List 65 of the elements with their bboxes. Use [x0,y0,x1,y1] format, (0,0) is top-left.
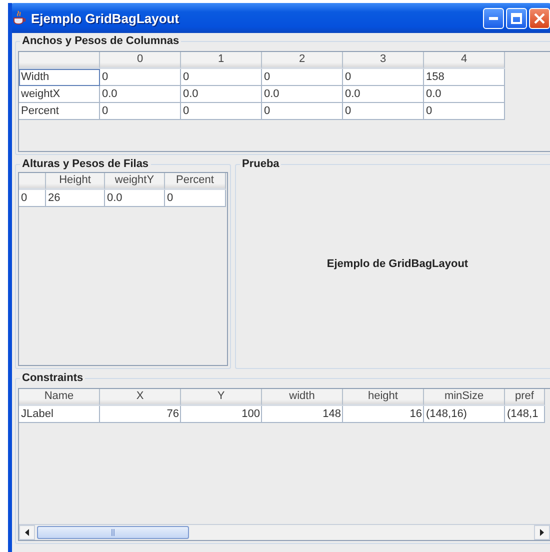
table-cell: 0.0 [424,86,505,103]
table-cell: 0 [100,103,181,120]
scroll-thumb[interactable] [37,526,189,539]
table-cell: 0 [165,190,226,207]
column-header[interactable]: 3 [343,52,424,69]
column-header[interactable]: Percent [165,173,226,190]
table-cell: 0.0 [100,86,181,103]
table-cell: 0 [100,69,181,86]
horizontal-scrollbar[interactable] [19,524,550,540]
table-cell: 16 [343,406,424,423]
column-header[interactable]: 2 [262,52,343,69]
column-header[interactable]: Name [19,389,100,406]
column-header[interactable]: 4 [424,52,505,69]
row-label: Percent [19,103,100,120]
grip-icon [110,529,116,536]
column-header[interactable]: pref [505,389,545,406]
scroll-left-button[interactable] [19,525,35,540]
window-title: Ejemplo GridBagLayout [31,10,180,26]
group-title: Alturas y Pesos de Filas [21,158,150,170]
cup-icon [12,10,26,26]
column-header[interactable]: Y [181,389,262,406]
scroll-right-button[interactable] [534,525,550,540]
row-label: 0 [19,190,46,207]
table-cell: JLabel [19,406,100,423]
right-arrow-icon [540,529,544,536]
row-label: Width [19,69,100,86]
table-cell: 0 [181,69,262,86]
table-cell: 0 [262,103,343,120]
column-header[interactable]: height [343,389,424,406]
group-title: Prueba [241,158,280,170]
close-icon [534,12,545,24]
column-header[interactable]: weightY [105,173,165,190]
column-header[interactable]: X [100,389,181,406]
column-header[interactable]: Height [46,173,105,190]
table-cell: 76 [100,406,181,423]
column-header[interactable]: 0 [100,52,181,69]
table-cell: 0.0 [343,86,424,103]
table-corner [19,173,46,190]
sample-label: Ejemplo de GridBagLayout [326,258,468,270]
table-cell: 26 [46,190,105,207]
table-cell: 0 [181,103,262,120]
minimize-icon [489,16,498,20]
table-cell: 158 [424,69,505,86]
group-title: Anchos y Pesos de Columnas [21,35,180,47]
table-cell: 0.0 [181,86,262,103]
minimize-button[interactable] [483,8,504,28]
table-cell: 0.0 [105,190,165,207]
group-title: Constraints [21,372,84,384]
table-cell: 0 [343,103,424,120]
table-cell: 0 [262,69,343,86]
left-arrow-icon [25,529,29,536]
close-button[interactable] [529,8,550,28]
table-cell: 0 [424,103,505,120]
table-cell: (148,16) [424,406,505,423]
table-cell: 0 [343,69,424,86]
column-header[interactable]: width [262,389,343,406]
maximize-button[interactable] [506,8,527,28]
table-cell: 100 [181,406,262,423]
table-cell: 148 [262,406,343,423]
maximize-icon [511,12,522,24]
table-cell: (148,1 [505,406,545,423]
table-cell: 0.0 [262,86,343,103]
column-header[interactable]: minSize [424,389,505,406]
row-label: weightX [19,86,100,103]
column-header[interactable]: 1 [181,52,262,69]
